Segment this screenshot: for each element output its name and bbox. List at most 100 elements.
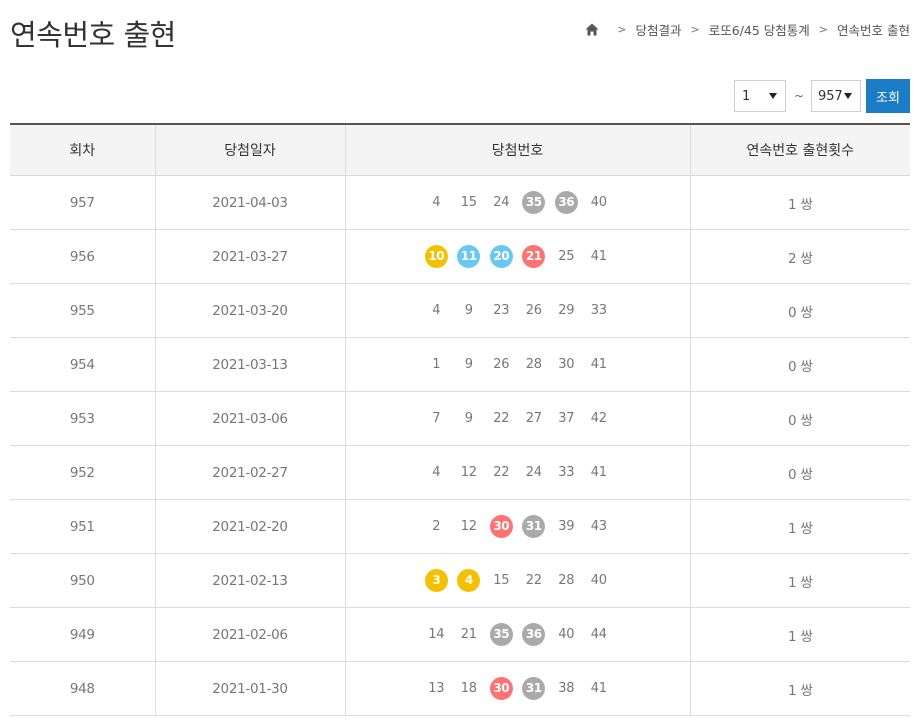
plain-number: 23	[493, 302, 510, 318]
column-header-count: 연속번호 출현횟수	[690, 123, 910, 176]
round-cell: 954	[10, 337, 156, 392]
winning-numbers: 3 4 15 22 28 40	[346, 569, 690, 592]
plain-number: 15	[460, 194, 477, 210]
lotto-ball: 35	[489, 623, 513, 646]
round-cell: 948	[10, 661, 156, 716]
plain-number: 40	[590, 572, 607, 588]
breadcrumb-item-results[interactable]: 당첨결과	[636, 20, 682, 39]
winning-numbers: 7 9 22 27 37 42	[346, 408, 690, 430]
round-from-value: 1	[741, 88, 751, 104]
plain-number: 21	[460, 626, 477, 642]
plain-number: 39	[558, 518, 575, 534]
plain-number: 38	[558, 680, 575, 696]
date-cell: 2021-02-20	[155, 499, 346, 554]
lotto-ball: 36	[554, 191, 578, 214]
page: 연속번호 출현 > 당첨결과 > 로또6/45 당첨통계 > 연속번호 출현 1…	[0, 0, 918, 724]
plain-number: 28	[525, 356, 542, 372]
consecutive-count-cell: 1 쌍	[690, 175, 910, 230]
lotto-ball: 21	[522, 245, 546, 268]
winning-numbers-cell: 13 18 30 31 38 41	[345, 661, 691, 716]
breadcrumb: > 당첨결과 > 로또6/45 당첨통계 > 연속번호 출현	[585, 20, 910, 39]
lotto-ball: 36	[522, 623, 546, 646]
number-slot: 31	[518, 515, 551, 538]
breadcrumb-item-current: 연속번호 출현	[837, 23, 910, 38]
consecutive-count-cell: 0 쌍	[690, 283, 910, 338]
plain-number: 9	[464, 302, 473, 318]
date-cell: 2021-03-27	[155, 229, 346, 284]
round-cell: 950	[10, 553, 156, 608]
round-cell: 951	[10, 499, 156, 554]
date-cell: 2021-02-27	[155, 445, 346, 500]
table-row: 951 2021-02-20 2 12 30 31 39 43 1 쌍	[10, 499, 910, 554]
consecutive-count-cell: 1 쌍	[690, 499, 910, 554]
consecutive-count-cell: 1 쌍	[690, 553, 910, 608]
plain-number: 29	[558, 302, 575, 318]
date-cell: 2021-02-13	[155, 553, 346, 608]
table-row: 957 2021-04-03 4 15 24 35 36 40 1 쌍	[10, 175, 910, 230]
plain-number: 37	[558, 410, 575, 426]
lotto-ball: 20	[489, 245, 513, 268]
plain-number: 18	[460, 680, 477, 696]
table-row: 948 2021-01-30 13 18 30 31 38 41 1 쌍	[10, 661, 910, 716]
plain-number: 43	[590, 518, 607, 534]
plain-number: 4	[432, 302, 441, 318]
plain-number: 1	[432, 356, 441, 372]
consecutive-count-cell: 1 쌍	[690, 607, 910, 662]
winning-numbers-cell: 1 9 26 28 30 41	[345, 337, 691, 392]
table-row: 956 2021-03-27 10 11 20 21 25 41 2 쌍	[10, 229, 910, 284]
plain-number: 42	[590, 410, 607, 426]
number-slot: 35	[518, 191, 551, 214]
number-slot: 20	[485, 245, 518, 268]
plain-number: 22	[493, 410, 510, 426]
chevron-right-icon: >	[690, 23, 700, 36]
breadcrumb-item-statistics[interactable]: 로또6/45 당첨통계	[709, 20, 810, 39]
winning-numbers: 1 9 26 28 30 41	[346, 354, 690, 376]
winning-numbers: 13 18 30 31 38 41	[346, 677, 690, 700]
table-row: 953 2021-03-06 7 9 22 27 37 42 0 쌍	[10, 391, 910, 446]
winning-numbers-cell: 7 9 22 27 37 42	[345, 391, 691, 446]
plain-number: 24	[493, 194, 510, 210]
plain-number: 40	[590, 194, 607, 210]
lotto-ball: 11	[457, 245, 481, 268]
plain-number: 41	[590, 464, 607, 480]
number-slot: 35	[485, 623, 518, 646]
round-cell: 949	[10, 607, 156, 662]
consecutive-count-cell: 0 쌍	[690, 337, 910, 392]
plain-number: 9	[464, 356, 473, 372]
winning-numbers: 4 15 24 35 36 40	[346, 191, 690, 214]
winning-numbers: 4 12 22 24 33 41	[346, 462, 690, 484]
plain-number: 13	[428, 680, 445, 696]
date-cell: 2021-01-30	[155, 661, 346, 716]
round-to-select[interactable]: 957	[811, 80, 861, 112]
number-slot: 11	[453, 245, 486, 268]
home-icon[interactable]	[585, 23, 599, 36]
plain-number: 26	[493, 356, 510, 372]
winning-numbers: 10 11 20 21 25 41	[346, 245, 690, 268]
plain-number: 22	[493, 464, 510, 480]
plain-number: 15	[493, 572, 510, 588]
plain-number: 41	[590, 680, 607, 696]
column-header-date: 당첨일자	[155, 123, 346, 176]
round-cell: 956	[10, 229, 156, 284]
consecutive-numbers-table: 회차 당첨일자 당첨번호 연속번호 출현횟수 957 2021-04-03 4 15 2…	[10, 123, 910, 716]
date-cell: 2021-03-13	[155, 337, 346, 392]
winning-numbers-cell: 4 9 23 26 29 33	[345, 283, 691, 338]
round-from-select[interactable]: 1	[733, 80, 786, 112]
consecutive-count-cell: 0 쌍	[690, 445, 910, 500]
page-title: 연속번호 출현	[10, 18, 176, 52]
plain-number: 24	[525, 464, 542, 480]
number-slot: 30	[485, 515, 518, 538]
column-header-round: 회차	[10, 123, 156, 176]
winning-numbers: 4 9 23 26 29 33	[346, 300, 690, 322]
plain-number: 2	[432, 518, 441, 534]
date-cell: 2021-02-06	[155, 607, 346, 662]
round-range-search: 1 ~ 957 조회	[733, 79, 910, 113]
winning-numbers-cell: 10 11 20 21 25 41	[345, 229, 691, 284]
round-cell: 952	[10, 445, 156, 500]
plain-number: 33	[590, 302, 607, 318]
chevron-right-icon: >	[818, 23, 829, 36]
winning-numbers-cell: 4 15 24 35 36 40	[345, 175, 691, 230]
plain-number: 22	[525, 572, 542, 588]
query-button[interactable]: 조회	[866, 79, 910, 113]
plain-number: 7	[432, 410, 441, 426]
